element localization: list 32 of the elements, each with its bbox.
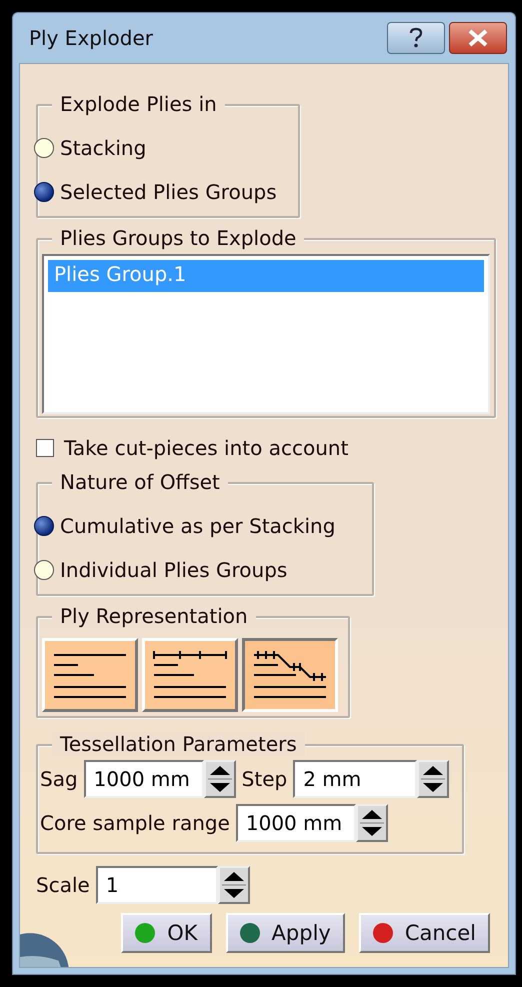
dialog-button[interactable]: Apply bbox=[226, 913, 345, 953]
field-label: Step bbox=[242, 767, 288, 791]
dialog-button[interactable]: Cancel bbox=[358, 913, 490, 953]
radio-button[interactable] bbox=[34, 138, 54, 158]
help-icon bbox=[408, 27, 424, 49]
field-label: Core sample range bbox=[40, 811, 230, 835]
value-field[interactable]: 1000 mm bbox=[236, 804, 356, 842]
checkbox-label[interactable]: Take cut-pieces into account bbox=[64, 436, 348, 460]
close-button[interactable] bbox=[449, 22, 507, 54]
option-label[interactable]: Selected Plies Groups bbox=[60, 180, 277, 204]
group-title: Plies Groups to Explode bbox=[60, 226, 296, 250]
field-label: Sag bbox=[40, 767, 78, 791]
value-field[interactable]: 2 mm bbox=[293, 760, 418, 798]
option-label[interactable]: Cumulative as per Stacking bbox=[60, 514, 336, 538]
close-icon bbox=[467, 29, 489, 47]
option-label[interactable]: Individual Plies Groups bbox=[60, 558, 288, 582]
value-field[interactable]: 1000 mm bbox=[84, 760, 204, 798]
representation-button[interactable] bbox=[242, 638, 338, 712]
group-title: Nature of Offset bbox=[60, 470, 220, 494]
dialog-button[interactable]: OK bbox=[121, 913, 212, 953]
group-title: Explode Plies in bbox=[60, 92, 217, 116]
window-title: Ply Exploder bbox=[29, 26, 153, 50]
help-button[interactable] bbox=[387, 22, 445, 54]
value-field[interactable]: 1 bbox=[96, 866, 218, 904]
radio-button[interactable] bbox=[34, 560, 54, 580]
group-title: Ply Representation bbox=[60, 604, 248, 628]
radio-button[interactable] bbox=[34, 182, 54, 202]
group-title: Tessellation Parameters bbox=[60, 732, 297, 756]
field-label: Scale bbox=[36, 873, 90, 897]
checkbox[interactable] bbox=[36, 439, 54, 457]
option-label[interactable]: Stacking bbox=[60, 136, 146, 160]
radio-button[interactable] bbox=[34, 516, 54, 536]
